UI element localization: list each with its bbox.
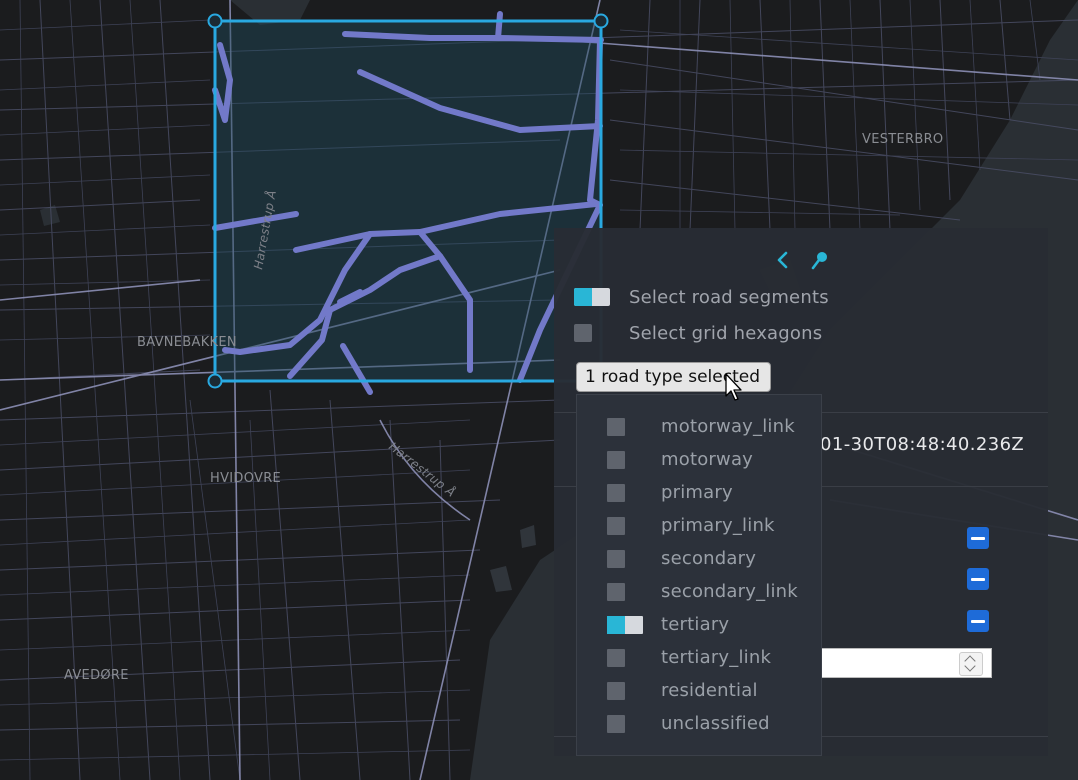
option-label: primary	[661, 482, 733, 503]
option-checkbox[interactable]	[607, 450, 625, 469]
option-label: tertiary	[661, 614, 730, 635]
toggle-road-segments-row[interactable]: Select road segments	[574, 285, 829, 309]
option-checkbox[interactable]	[607, 681, 625, 700]
place-label-hvidovre: HVIDOVRE	[210, 471, 281, 486]
option-checkbox[interactable]	[607, 648, 625, 667]
option-checkbox[interactable]	[607, 615, 643, 634]
option-label: tertiary_link	[661, 647, 772, 668]
road-segments-toggle[interactable]	[574, 288, 610, 306]
option-checkbox[interactable]	[607, 714, 625, 733]
road-type-option-unclassified[interactable]: unclassified	[577, 707, 823, 740]
option-label: secondary_link	[661, 581, 798, 602]
road-type-option-motorway-link[interactable]: motorway_link	[577, 410, 823, 443]
option-label: motorway	[661, 449, 754, 470]
selection-handle-bottom-left	[207, 373, 223, 389]
option-label: residential	[661, 680, 758, 701]
mouse-cursor-icon	[725, 373, 742, 401]
place-label-avedore: AVEDØRE	[64, 668, 129, 683]
road-segments-label: Select road segments	[629, 286, 829, 308]
minus-icon	[971, 619, 985, 623]
option-label: motorway_link	[661, 416, 795, 437]
road-type-option-motorway[interactable]: motorway	[577, 443, 823, 476]
place-label-vesterbro: VESTERBRO	[862, 132, 943, 147]
remove-button-3[interactable]	[967, 610, 989, 632]
option-checkbox[interactable]	[607, 582, 625, 601]
option-label: unclassified	[661, 713, 770, 734]
option-checkbox[interactable]	[607, 417, 625, 436]
road-type-option-primary-link[interactable]: primary_link	[577, 509, 823, 542]
timestamp-text: 01-30T08:48:40.236Z	[820, 434, 1025, 455]
option-label: primary_link	[661, 515, 775, 536]
grid-hexagons-toggle[interactable]	[574, 324, 592, 342]
spinner-icon[interactable]	[959, 652, 983, 676]
option-checkbox[interactable]	[607, 549, 625, 568]
road-type-option-secondary[interactable]: secondary	[577, 542, 823, 575]
remove-button-2[interactable]	[967, 568, 989, 590]
chevron-left-icon[interactable]	[771, 248, 795, 272]
option-checkbox[interactable]	[607, 516, 625, 535]
toggle-grid-hexagons-row[interactable]: Select grid hexagons	[574, 321, 822, 345]
option-checkbox[interactable]	[607, 483, 625, 502]
option-label: secondary	[661, 548, 757, 569]
road-type-option-tertiary-link[interactable]: tertiary_link	[577, 641, 823, 674]
selection-handle-top-right	[593, 13, 609, 29]
road-type-option-primary[interactable]: primary	[577, 476, 823, 509]
selection-handle-top-left	[207, 13, 223, 29]
grid-hexagons-label: Select grid hexagons	[629, 322, 823, 344]
minus-icon	[971, 577, 985, 581]
place-label-bavnebakken: BAVNEBAKKEN	[137, 335, 237, 350]
road-type-option-residential[interactable]: residential	[577, 674, 823, 707]
number-input[interactable]	[820, 648, 992, 678]
pin-icon[interactable]	[808, 248, 832, 272]
road-type-option-secondary-link[interactable]: secondary_link	[577, 575, 823, 608]
road-type-dropdown-list: motorway_link motorway primary primary_l…	[576, 394, 822, 756]
minus-icon	[971, 536, 985, 540]
remove-button-1[interactable]	[967, 527, 989, 549]
road-type-option-tertiary[interactable]: tertiary	[577, 608, 823, 641]
